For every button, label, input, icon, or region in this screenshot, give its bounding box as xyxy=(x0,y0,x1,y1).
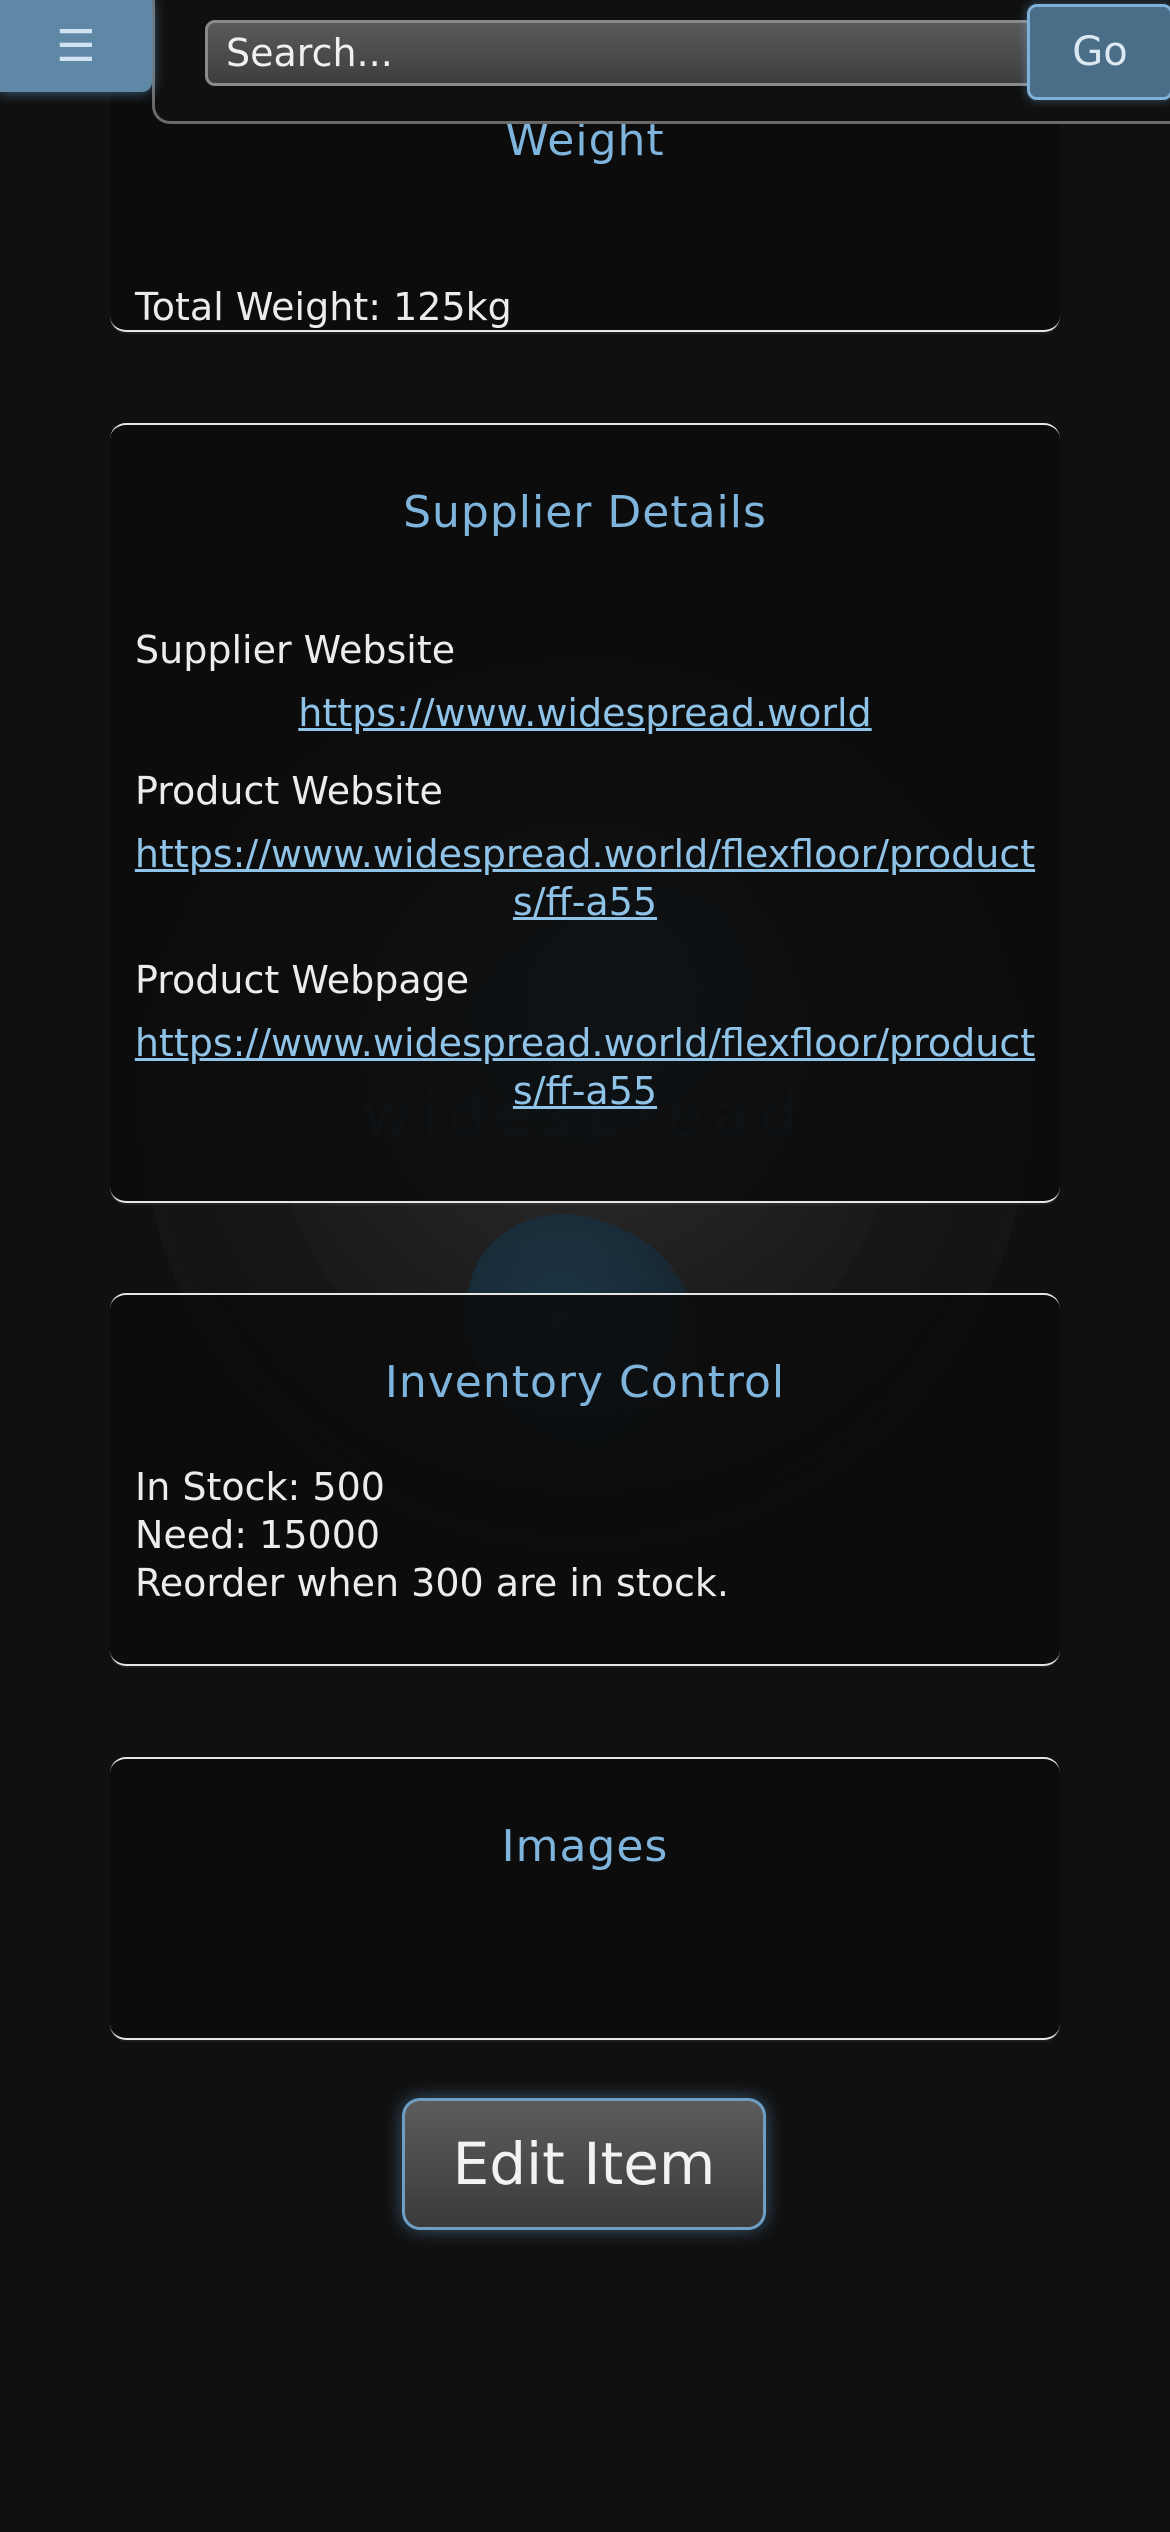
images-title: Images xyxy=(501,1821,669,1872)
product-website-label: Product Website xyxy=(135,769,443,813)
need-count: Need: 15000 xyxy=(135,1513,381,1557)
product-website-link[interactable]: https://www.widespread.world/flexfloor/p… xyxy=(125,830,1045,926)
product-webpage-label: Product Webpage xyxy=(135,958,470,1002)
inventory-control-title: Inventory Control xyxy=(384,1357,786,1408)
inventory-control-card: Inventory Control In Stock: 500 Need: 15… xyxy=(110,1293,1060,1666)
supplier-details-card: Supplier Details Supplier Website https:… xyxy=(110,423,1060,1203)
images-card: Images xyxy=(110,1757,1060,2040)
menu-button[interactable]: ☰ xyxy=(0,0,152,92)
search-bar: Go xyxy=(152,0,1170,124)
go-button[interactable]: Go xyxy=(1027,4,1170,100)
in-stock-count: In Stock: 500 xyxy=(135,1465,385,1509)
supplier-website-label: Supplier Website xyxy=(135,628,456,672)
edit-item-button[interactable]: Edit Item xyxy=(402,2098,766,2230)
product-webpage-link[interactable]: https://www.widespread.world/flexfloor/p… xyxy=(125,1019,1045,1115)
reorder-threshold: Reorder when 300 are in stock. xyxy=(135,1561,729,1605)
hamburger-menu-icon: ☰ xyxy=(56,20,96,72)
supplier-details-title: Supplier Details xyxy=(403,487,767,538)
supplier-website-link[interactable]: https://www.widespread.world xyxy=(125,689,1045,737)
search-input[interactable] xyxy=(205,20,1085,86)
total-weight: Total Weight: 125kg xyxy=(135,285,512,329)
